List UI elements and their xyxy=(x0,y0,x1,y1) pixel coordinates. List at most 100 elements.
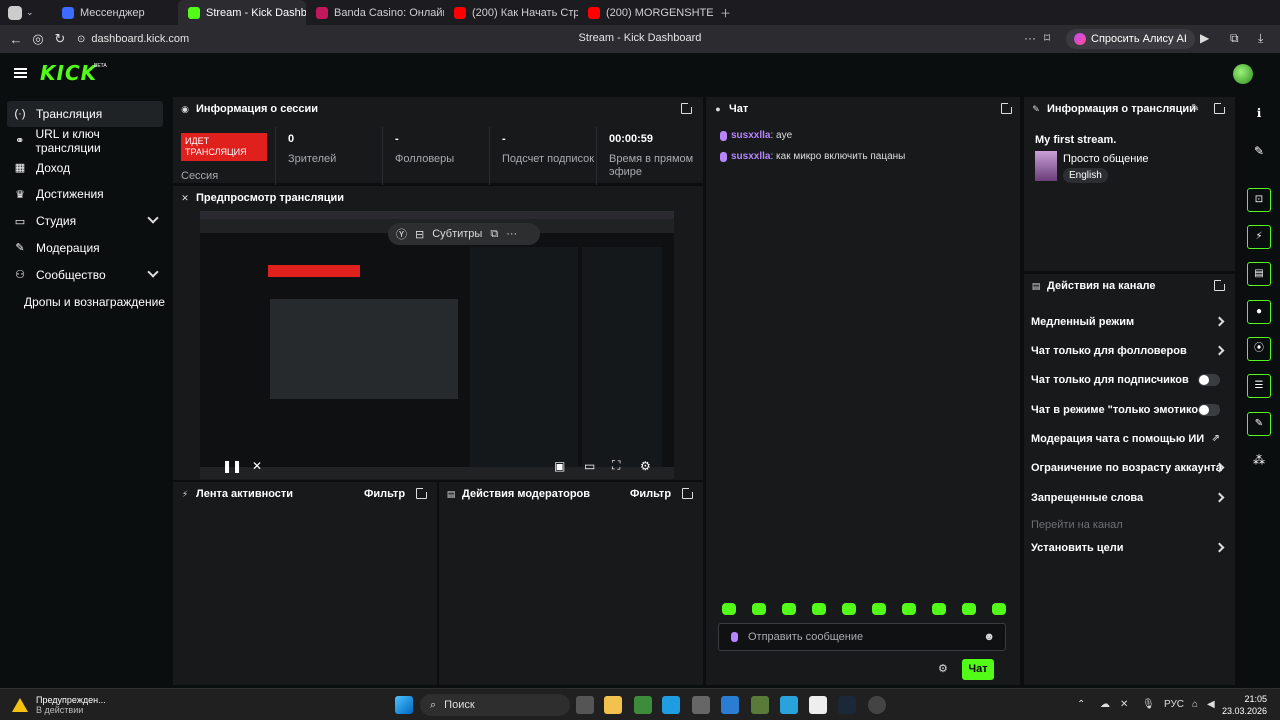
rail-wrench-icon[interactable]: ✎ xyxy=(1247,412,1271,436)
bookmark-icon[interactable]: ⌑ xyxy=(1044,31,1050,45)
edit-layout-icon[interactable]: ✎ xyxy=(1247,139,1271,163)
mod-filter-button[interactable]: Фильтр xyxy=(630,488,671,500)
telegram-icon[interactable] xyxy=(780,696,798,714)
channel-action-item[interactable]: Запрещенные слова xyxy=(1031,483,1226,512)
chat-username[interactable]: susxxlla xyxy=(731,151,770,162)
rail-broadcast-icon[interactable]: ⦿ xyxy=(1247,337,1271,361)
mute-icon[interactable]: ✕ xyxy=(252,459,262,473)
channel-action-item[interactable]: Чат в режиме "только эмотиконы" xyxy=(1031,395,1226,424)
wifi-off-icon[interactable]: ✕ xyxy=(1120,699,1128,710)
sidebar-item-drops[interactable]: Дропы и вознаграждение xyxy=(24,289,170,315)
sidebar-item[interactable]: ✎ Модерация xyxy=(7,235,163,261)
sidebar-item[interactable]: (·) Трансляция xyxy=(7,101,163,127)
warning-notification[interactable]: Предупрежден... В действии xyxy=(12,695,106,715)
channel-action-item[interactable]: Чат только для фолловеров xyxy=(1031,336,1226,365)
emote-icon[interactable] xyxy=(782,603,796,615)
popout-icon[interactable] xyxy=(416,486,429,499)
network-icon[interactable]: ⌂ xyxy=(1192,699,1198,710)
back-icon[interactable]: ← xyxy=(5,32,27,47)
emote-icon[interactable] xyxy=(932,603,946,615)
edit-icon[interactable]: ✎ xyxy=(1191,103,1199,114)
browser-tab[interactable]: Banda Casino: Онлайн-Ка xyxy=(306,0,444,25)
video-player[interactable]: Ⓨ ⊟ Субтитры ⧉ ··· ❚❚ ✕ ▣ ▭ ⛶ ⚙ xyxy=(200,211,674,479)
pip-toggle-icon[interactable]: ▣ xyxy=(554,459,565,473)
pip-icon[interactable]: ⧉ xyxy=(490,228,498,241)
emote-icon[interactable] xyxy=(902,603,916,615)
tray-chevron-icon[interactable]: ⌃ xyxy=(1077,699,1085,710)
reload-icon[interactable]: ↻ xyxy=(49,31,71,47)
rail-chat-icon[interactable]: ● xyxy=(1247,300,1271,324)
chat-input[interactable]: Отправить сообщение ☻ xyxy=(718,623,1006,651)
toggle-switch[interactable] xyxy=(1198,403,1220,416)
fullscreen-icon[interactable]: ⛶ xyxy=(612,458,620,473)
emote-icon[interactable] xyxy=(992,603,1006,615)
toggle-switch[interactable] xyxy=(1198,373,1220,386)
minecraft-icon[interactable] xyxy=(751,696,769,714)
mail-icon[interactable] xyxy=(721,696,739,714)
channel-action-item[interactable]: Чат только для подписчиков xyxy=(1031,365,1226,394)
steam-icon[interactable] xyxy=(838,696,856,714)
store-icon[interactable] xyxy=(692,696,710,714)
emote-icon[interactable] xyxy=(962,603,976,615)
ask-alice-button[interactable]: Спросить Алису AI xyxy=(1066,29,1195,49)
chevron-down-icon[interactable] xyxy=(147,266,159,278)
taskbar-search[interactable]: ⌕ Поиск xyxy=(420,694,570,716)
mic-tray-icon[interactable]: 🎙 xyxy=(1142,699,1155,710)
start-icon[interactable] xyxy=(395,696,413,714)
language-indicator[interactable]: РУС xyxy=(1164,699,1184,710)
avatar[interactable] xyxy=(1233,64,1253,84)
volume-icon[interactable]: ◀ xyxy=(1207,699,1215,710)
new-tab-button[interactable]: ＋ xyxy=(714,0,737,25)
task-view-icon[interactable] xyxy=(576,696,594,714)
channel-action-item[interactable]: Модерация чата с помощью ИИ ⇗ xyxy=(1031,424,1226,453)
yandex-browser-icon[interactable] xyxy=(809,696,827,714)
channel-action-item[interactable]: Ограничение по возрасту аккаунта xyxy=(1031,453,1226,482)
browser-tab[interactable]: (200) MORGENSHTERN - xyxy=(578,0,714,25)
popout-icon[interactable] xyxy=(1214,101,1227,114)
browser-tab[interactable]: Мессенджер xyxy=(52,0,178,25)
rail-preview-icon[interactable]: ⊡ xyxy=(1247,188,1271,212)
browser-menu[interactable]: ⌄ xyxy=(0,0,52,25)
channel-action-item[interactable]: Установить цели xyxy=(1031,533,1226,562)
sidebar-item[interactable]: ▭ Студия xyxy=(7,208,163,234)
more-icon[interactable]: ··· xyxy=(1024,31,1036,45)
url-field[interactable]: ⊙ dashboard.kick.com xyxy=(77,33,189,45)
rail-document-icon[interactable]: ▤ xyxy=(1247,262,1271,286)
popout-icon[interactable] xyxy=(1001,101,1014,114)
chevron-down-icon[interactable] xyxy=(147,212,159,224)
chat-settings-icon[interactable]: ⚙ xyxy=(938,662,948,675)
menu-icon[interactable] xyxy=(14,68,27,78)
emoji-icon[interactable]: ☻ xyxy=(983,631,995,643)
rail-dots-icon[interactable]: ⁂ xyxy=(1247,448,1271,472)
cloud-icon[interactable]: ☁ xyxy=(1100,699,1110,710)
subtitles-label[interactable]: Субтитры xyxy=(432,228,482,240)
sidebar-item[interactable]: ♛ Достижения xyxy=(7,181,163,207)
more-icon[interactable]: ··· xyxy=(506,228,517,240)
emote-icon[interactable] xyxy=(812,603,826,615)
edge-icon[interactable] xyxy=(662,696,680,714)
kick-logo[interactable]: KICK xyxy=(40,61,97,85)
info-icon[interactable]: ℹ xyxy=(1247,101,1271,125)
clock[interactable]: 21:05 23.03.2026 xyxy=(1222,693,1267,717)
app-icon[interactable] xyxy=(634,696,652,714)
browser-tab[interactable]: (200) Как Начать Стрими xyxy=(444,0,578,25)
emote-icon[interactable] xyxy=(752,603,766,615)
browser-tab[interactable]: Stream - Kick Dashboar✕ xyxy=(178,0,306,25)
shield-icon[interactable]: ◎ xyxy=(27,31,49,47)
collections-icon[interactable]: ⧉ xyxy=(1230,31,1239,46)
emote-icon[interactable] xyxy=(872,603,886,615)
pip-toolbar[interactable]: Ⓨ ⊟ Субтитры ⧉ ··· xyxy=(388,223,540,245)
settings-icon[interactable]: ⚙ xyxy=(640,459,651,473)
rail-lightning-icon[interactable]: ⚡ xyxy=(1247,225,1271,249)
theater-icon[interactable]: ▭ xyxy=(584,459,595,473)
obs-icon[interactable] xyxy=(868,696,886,714)
mic-icon[interactable] xyxy=(731,632,738,642)
activity-filter-button[interactable]: Фильтр xyxy=(364,488,405,500)
chat-username[interactable]: susxxlla xyxy=(731,130,770,141)
sidebar-item[interactable]: ⚇ Сообщество xyxy=(7,262,163,288)
popout-icon[interactable] xyxy=(1214,278,1227,291)
downloads-icon[interactable]: ⤓ xyxy=(1258,31,1263,46)
pause-icon[interactable]: ❚❚ xyxy=(222,459,242,473)
channel-action-item[interactable]: Медленный режим xyxy=(1031,307,1226,336)
sidebar-item[interactable]: ⚭ URL и ключ трансляции xyxy=(7,127,163,155)
